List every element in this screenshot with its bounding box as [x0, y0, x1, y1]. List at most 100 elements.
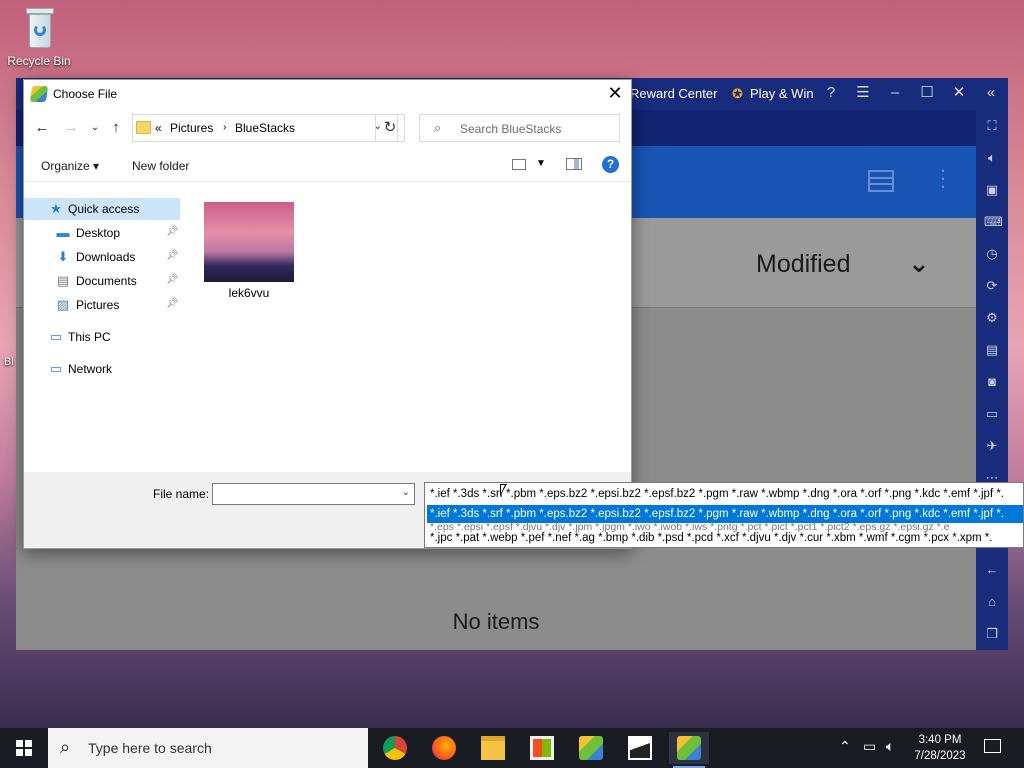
chrome-taskbar-button[interactable] [375, 732, 415, 764]
nav-label: Downloads [76, 250, 136, 264]
apk-install-icon[interactable]: ▤ [984, 342, 1000, 358]
photos-icon [628, 736, 652, 760]
bluestacks-taskbar-button[interactable] [571, 732, 611, 764]
nav-network[interactable]: ▭ Network [24, 358, 180, 380]
recent-apps-icon[interactable]: ❐ [984, 626, 1000, 642]
recycle-bin-desktop-icon[interactable]: Recycle Bin [6, 6, 72, 68]
file-explorer-icon [481, 736, 505, 760]
refresh-icon[interactable]: ↻ [375, 114, 405, 142]
folder-icon[interactable]: ▭ [984, 406, 1000, 422]
clock-date: 7/28/2023 [914, 750, 966, 762]
address-bar[interactable]: « Pictures › BlueStacks ⌄ [132, 114, 398, 142]
bluestacks-icon [579, 736, 603, 760]
menu-icon[interactable]: ☰ [854, 84, 872, 102]
search-input[interactable]: ⌕ Search BlueStacks [419, 114, 620, 142]
play-win-link[interactable]: Play & Win [750, 86, 814, 101]
macro-icon[interactable]: ◷ [984, 246, 1000, 262]
sort-modified-label[interactable]: Modified [756, 250, 851, 279]
change-view-icon[interactable] [512, 159, 526, 170]
nav-label: Pictures [76, 298, 120, 312]
nav-this-pc[interactable]: ▭ This PC [24, 326, 180, 348]
nav-pictures[interactable]: ▨ Pictures 📌︎ [24, 294, 180, 316]
dialog-close-icon[interactable]: ✕ [605, 82, 625, 104]
windows-start-icon[interactable] [16, 740, 32, 756]
chevron-down-icon[interactable]: ⌄ [908, 248, 930, 279]
file-name-input[interactable]: ⌄ [212, 483, 415, 505]
file-name-label: File name: [153, 487, 210, 501]
preview-pane-icon[interactable] [566, 158, 582, 170]
recycle-bin-label: Recycle Bin [7, 54, 71, 68]
help-icon[interactable]: ? [602, 156, 619, 173]
star-icon: ★ [50, 201, 62, 216]
list-view-icon[interactable] [868, 170, 894, 192]
photos-taskbar-button[interactable] [620, 732, 660, 764]
computer-icon: ▭ [49, 329, 63, 344]
home-icon[interactable]: ⌂ [984, 594, 1000, 610]
nav-label: Documents [76, 274, 137, 288]
rotate-icon[interactable]: ⟳ [984, 278, 1000, 294]
breadcrumb-separator-icon: › [223, 122, 227, 133]
volume-icon[interactable]: 🔈︎ [886, 738, 894, 755]
action-center-icon[interactable] [984, 739, 1001, 753]
bluestacks-active-taskbar-button[interactable] [669, 732, 709, 768]
mouse-pointer-icon [500, 484, 507, 496]
game-controls-icon[interactable]: ⚙ [984, 310, 1000, 326]
breadcrumb-bluestacks[interactable]: BlueStacks [235, 121, 295, 135]
breadcrumb-overflow[interactable]: « [155, 121, 162, 135]
pin-icon: 📌︎ [166, 274, 179, 285]
file-explorer-taskbar-button[interactable] [473, 732, 513, 764]
collapse-sidebar-icon[interactable]: « [982, 84, 1000, 102]
show-hidden-icons-icon[interactable]: ⌃ [839, 738, 851, 755]
store-taskbar-button[interactable] [522, 732, 562, 764]
system-clock[interactable]: 3:40 PM 7/28/2023 [912, 732, 968, 764]
file-type-selected-value[interactable]: *.ief *.3ds *.srf *.pbm *.eps.bz2 *.epsi… [430, 485, 1004, 503]
screenshot-icon[interactable]: ◙ [984, 374, 1000, 390]
taskbar-search-box[interactable]: ⌕ Type here to search [48, 728, 368, 768]
dialog-toolbar: Organize ▾ New folder ▼ ? [24, 150, 631, 182]
search-icon: ⌕ [60, 737, 71, 757]
clock-time: 3:40 PM [918, 734, 962, 746]
new-folder-button[interactable]: New folder [132, 159, 189, 173]
empty-state-text: No items [452, 609, 540, 634]
image-thumbnail [204, 202, 294, 282]
network-icon: ▭ [49, 361, 63, 376]
close-icon[interactable]: ✕ [950, 84, 968, 102]
maximize-icon[interactable]: ☐ [918, 84, 936, 102]
nav-documents[interactable]: ▤ Documents 📌︎ [24, 270, 180, 292]
nav-quick-access[interactable]: ★ Quick access [24, 198, 180, 220]
volume-icon[interactable]: 🔈︎ [984, 150, 1000, 166]
nav-desktop[interactable]: ▬ Desktop 📌︎ [24, 222, 180, 244]
file-name-label: lek6vvu [228, 286, 270, 300]
organize-button[interactable]: Organize ▾ [41, 159, 99, 173]
bluestacks-icon [677, 736, 701, 760]
fullscreen-icon[interactable]: ⛶ [984, 118, 1000, 134]
taskbar-search-placeholder: Type here to search [88, 740, 212, 756]
document-icon: ▤ [56, 273, 70, 288]
more-options-icon[interactable]: · · · [936, 159, 950, 197]
download-arrow-icon: ⬇ [57, 249, 69, 264]
file-type-dropdown-list[interactable]: *.ief *.3ds *.srf *.pbm *.eps.bz2 *.epsi… [424, 482, 1024, 548]
nav-label: Quick access [68, 202, 140, 216]
file-type-option[interactable]: *.jpc *.pat *.webp *.pef *.nef *.ag *.bm… [430, 529, 992, 547]
minimize-icon[interactable]: – [886, 84, 904, 102]
breadcrumb-pictures[interactable]: Pictures [170, 121, 213, 135]
nav-downloads[interactable]: ⬇ Downloads 📌︎ [24, 246, 180, 268]
recent-locations-dropdown-icon[interactable]: ⌄ [86, 119, 104, 137]
network-icon[interactable]: ▭ [863, 738, 876, 755]
forward-arrow-icon[interactable]: → [62, 119, 80, 137]
nav-label: This PC [68, 330, 111, 344]
screen-record-icon[interactable]: ▣ [984, 182, 1000, 198]
back-arrow-icon[interactable]: ← [33, 119, 51, 137]
reward-center-link[interactable]: Reward Center [630, 86, 717, 101]
airplane-icon[interactable]: ✈ [984, 438, 1000, 454]
back-icon[interactable]: ← [984, 562, 1000, 578]
pictures-icon: ▨ [56, 297, 70, 312]
up-arrow-icon[interactable]: ↑ [107, 119, 125, 137]
bluestacks-app-icon [29, 86, 49, 102]
firefox-taskbar-button[interactable] [424, 732, 464, 764]
keyboard-icon[interactable]: ⌨ [984, 214, 1003, 230]
partial-desktop-icon-label[interactable]: Bl [4, 356, 14, 368]
view-dropdown-icon[interactable]: ▼ [536, 158, 546, 169]
chevron-down-icon[interactable]: ⌄ [402, 487, 410, 498]
help-icon[interactable]: ? [822, 84, 840, 102]
